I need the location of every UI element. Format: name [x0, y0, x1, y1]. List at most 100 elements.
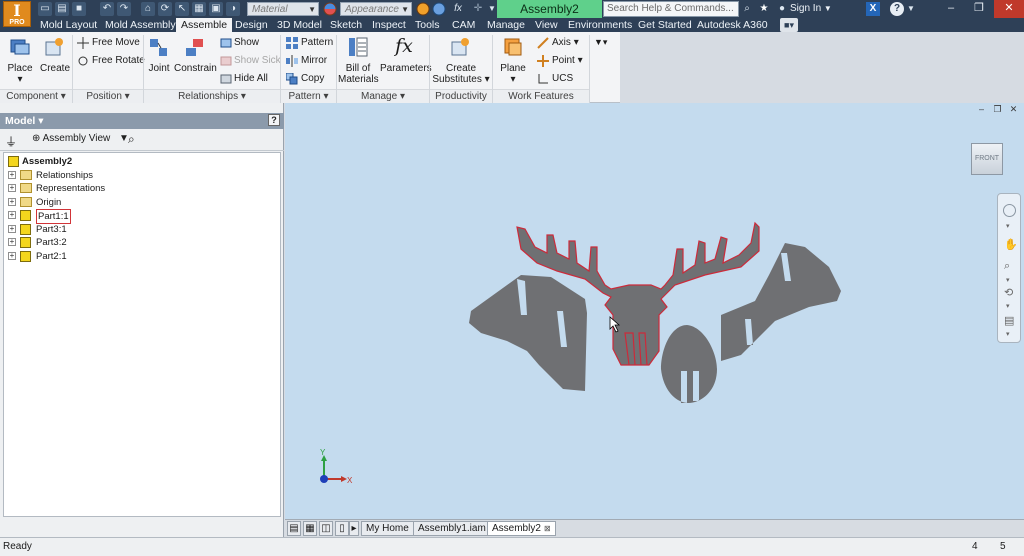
parameters-button[interactable]: Parameters	[380, 63, 432, 74]
tab-environments[interactable]: Environments	[568, 18, 632, 32]
close-button[interactable]: ✕	[994, 0, 1024, 18]
ucs-button[interactable]: UCS	[552, 73, 573, 84]
open-icon[interactable]: ▤	[55, 2, 69, 16]
clear-appearance-icon[interactable]	[416, 2, 430, 16]
browser-header[interactable]: Model ▾ ?	[0, 113, 284, 129]
free-move-button[interactable]: Free Move	[92, 37, 140, 48]
axis-button[interactable]: Axis ▾	[552, 37, 579, 48]
more-commands-dropdown-icon[interactable]: ▼▾	[594, 37, 614, 49]
point-icon	[537, 55, 549, 67]
assembly-view-select[interactable]: ⊕ Assembly View ▼	[32, 133, 129, 144]
customize-dropdown-icon[interactable]: ▼	[487, 2, 497, 16]
expand-icon[interactable]: +	[8, 170, 16, 179]
show-button[interactable]: Show	[234, 37, 259, 48]
panel-manage[interactable]: Manage ▾	[337, 89, 429, 103]
hide-all-button[interactable]: Hide All	[234, 73, 268, 84]
point-button[interactable]: Point ▾	[552, 55, 583, 66]
tab-sketch[interactable]: Sketch	[330, 18, 362, 32]
application-menu-button[interactable]: I PRO	[3, 1, 31, 27]
expand-icon[interactable]: +	[8, 197, 16, 206]
expand-icon[interactable]: +	[8, 211, 16, 219]
document-tab-bar: ▤ ▦ ◫ ▯ ▸ My Home Assembly1.iam Assembly…	[285, 519, 1024, 537]
tab-list-icon[interactable]: ▸	[349, 521, 359, 536]
plus-icon[interactable]: ✛	[471, 2, 485, 16]
appearance-select[interactable]: Appearance ▼	[340, 2, 412, 16]
axis-label: Axis	[552, 37, 571, 48]
chevron-down-icon[interactable]: ▼	[906, 2, 916, 16]
restore-button[interactable]: ❐	[965, 0, 993, 18]
tab-cam[interactable]: CAM	[452, 18, 475, 32]
favorites-star-icon[interactable]: ★	[758, 2, 770, 16]
joint-button[interactable]: Joint	[144, 63, 174, 74]
expand-icon[interactable]: +	[8, 224, 16, 233]
mirror-button[interactable]: Mirror	[301, 55, 327, 66]
pattern-button[interactable]: Pattern	[301, 37, 333, 48]
plane-button[interactable]: Plane ▾	[497, 63, 529, 85]
browser-help-button[interactable]: ?	[268, 114, 280, 126]
find-binoculars-icon[interactable]: ⌕	[128, 132, 135, 147]
search-input[interactable]: Search Help & Commands...	[603, 1, 739, 17]
place-button[interactable]: Place ▾	[5, 63, 35, 85]
doc-tab-assembly1[interactable]: Assembly1.iam	[413, 521, 491, 536]
chevron-down-icon: ▾	[510, 74, 516, 85]
tab-view[interactable]: View	[535, 18, 558, 32]
tab-autodesk-a360[interactable]: Autodesk A360	[697, 18, 768, 32]
panel-pattern[interactable]: Pattern ▾	[281, 89, 336, 103]
fx-parameters-icon[interactable]: fx	[451, 2, 465, 16]
expand-icon[interactable]: +	[8, 251, 16, 260]
exchange-apps-icon[interactable]: X	[866, 2, 880, 16]
home-icon[interactable]: ⌂	[141, 2, 155, 16]
update-icon[interactable]: ⟳	[158, 2, 172, 16]
part-left-neck[interactable]	[469, 275, 587, 391]
search-binoculars-icon[interactable]: ⌕	[740, 2, 754, 16]
appearance-sphere-icon[interactable]	[323, 2, 337, 16]
graphics-window[interactable]: – ❐ ✕ FRONT ▾ ✋ ⌕ ▾ ⟲ ▾ ▤ ▾ Y X	[285, 103, 1024, 519]
tab-mold-assembly[interactable]: Mold Assembly	[105, 18, 176, 32]
redo-icon[interactable]: ↷	[117, 2, 131, 16]
sign-in-button[interactable]: Sign In ▼	[790, 2, 832, 16]
panel-component[interactable]: Component ▾	[0, 89, 72, 103]
filter-icon[interactable]: ⏚	[5, 133, 17, 150]
color-icon[interactable]: ◑	[226, 2, 240, 16]
tab-assemble[interactable]: Assemble	[176, 18, 233, 32]
help-button[interactable]: ?	[890, 2, 904, 16]
tab-manage[interactable]: Manage	[487, 18, 525, 32]
tab-design[interactable]: Design	[235, 18, 268, 32]
copy-button[interactable]: Copy	[301, 73, 324, 84]
expand-icon[interactable]: +	[8, 184, 16, 192]
doc-tab-my-home[interactable]: My Home	[361, 521, 414, 536]
expand-icon[interactable]: +	[8, 238, 16, 246]
arrange-icon[interactable]: ▯	[335, 521, 349, 536]
tab-get-started[interactable]: Get Started	[638, 18, 692, 32]
part-jaw[interactable]	[661, 325, 717, 403]
save-icon[interactable]: ■	[72, 2, 86, 16]
bill-of-materials-button[interactable]: Bill of Materials	[338, 63, 379, 85]
cascade-icon[interactable]: ◫	[319, 521, 333, 536]
properties-icon[interactable]: ▣	[209, 2, 223, 16]
adjust-appearance-icon[interactable]	[432, 2, 446, 16]
search-placeholder: Search Help & Commands...	[607, 3, 734, 14]
panel-relationships[interactable]: Relationships ▾	[144, 89, 280, 103]
tab-mold-layout[interactable]: Mold Layout	[40, 18, 97, 32]
panel-position[interactable]: Position ▾	[73, 89, 143, 103]
tile-horizontal-icon[interactable]: ▤	[287, 521, 301, 536]
material-select[interactable]: Material ▼	[247, 2, 319, 16]
create-substitutes-button[interactable]: Create Substitutes ▾	[432, 63, 490, 85]
doc-tab-assembly2[interactable]: Assembly2 ⊠	[487, 521, 556, 536]
measure-icon[interactable]: ▦	[192, 2, 206, 16]
create-button[interactable]: Create	[40, 63, 70, 74]
ribbon-options-icon[interactable]: ■▾	[780, 18, 798, 32]
constrain-button[interactable]: Constrain	[174, 63, 217, 74]
close-tab-icon[interactable]: ⊠	[544, 524, 551, 533]
tab-3d-model[interactable]: 3D Model	[277, 18, 322, 32]
tab-tools[interactable]: Tools	[415, 18, 440, 32]
tile-vertical-icon[interactable]: ▦	[303, 521, 317, 536]
select-icon[interactable]: ↖	[175, 2, 189, 16]
minimize-button[interactable]: –	[937, 0, 965, 18]
show-sick-button[interactable]: Show Sick	[234, 55, 281, 66]
tree-node-label: Relationships	[36, 169, 94, 181]
new-icon[interactable]: ▭	[38, 2, 52, 16]
tab-inspect[interactable]: Inspect	[372, 18, 406, 32]
free-rotate-button[interactable]: Free Rotate	[92, 55, 145, 66]
undo-icon[interactable]: ↶	[100, 2, 114, 16]
